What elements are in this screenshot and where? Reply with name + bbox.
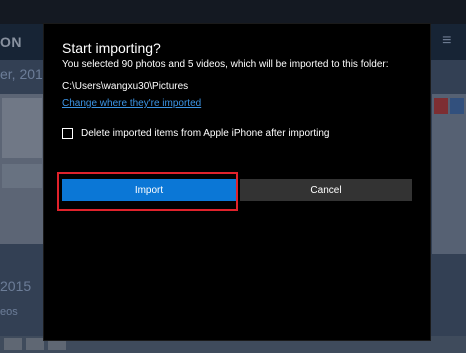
import-dialog: Start importing? You selected 90 photos …	[44, 24, 430, 340]
delete-after-import-option[interactable]: Delete imported items from Apple iPhone …	[62, 128, 329, 139]
dialog-subtitle: You selected 90 photos and 5 videos, whi…	[62, 59, 389, 70]
dialog-title: Start importing?	[62, 40, 161, 56]
delete-after-import-checkbox[interactable]	[62, 128, 73, 139]
change-location-link[interactable]: Change where they're imported	[62, 98, 201, 109]
delete-after-import-label: Delete imported items from Apple iPhone …	[81, 128, 330, 139]
import-button[interactable]: Import	[62, 179, 236, 201]
cancel-button[interactable]: Cancel	[240, 179, 412, 201]
import-folder-path: C:\Users\wangxu30\Pictures	[62, 81, 189, 92]
